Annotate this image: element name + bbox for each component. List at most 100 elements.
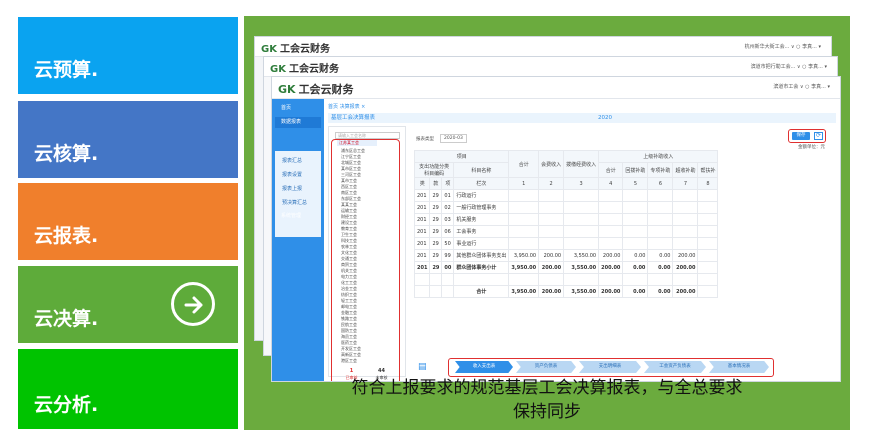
- table-row[interactable]: 201 29 02 一般行政管理事务: [413, 201, 719, 214]
- table-cell: [697, 225, 719, 238]
- table-cell: 0.00: [647, 261, 674, 274]
- table-cell: [647, 237, 674, 250]
- arrow-right-icon[interactable]: [171, 282, 215, 326]
- table-cell: 99: [441, 249, 455, 262]
- menu-tile-final-accounts[interactable]: 云决算.: [18, 266, 238, 343]
- table-cell: 3,950.00: [508, 261, 540, 274]
- user-info[interactable]: 滨道市把行勒工会... ∨ ○ 李真... ▾: [751, 63, 827, 70]
- sidebar-item-home[interactable]: 首页: [275, 103, 321, 114]
- code-head: 项: [441, 177, 455, 190]
- sidebar-subitem[interactable]: 预决算汇总: [282, 199, 307, 206]
- reviewed-count: 1: [349, 368, 354, 374]
- table-cell: [672, 225, 699, 238]
- table-cell: 06: [441, 225, 455, 238]
- table-cell: [622, 225, 649, 238]
- table-cell: [697, 237, 719, 250]
- table-cell: [538, 237, 565, 250]
- table-cell: 工会事务: [453, 225, 510, 238]
- col-header: 支出功能分类科目编码: [413, 162, 455, 178]
- col-index: 4: [598, 177, 624, 190]
- user-info[interactable]: 滨道市工会 ∨ ○ 李真... ▾: [773, 83, 830, 90]
- table-cell: 03: [441, 213, 455, 226]
- table-row[interactable]: 合计 3,950.00 200.00 3,550.00 200.00 0.00 0.00 20…: [413, 285, 719, 298]
- save-button[interactable]: 保存: [792, 132, 810, 140]
- report-year: 2020: [598, 115, 612, 121]
- caption-line2: 保持同步: [513, 402, 581, 422]
- table-cell: 0.00: [622, 285, 649, 298]
- table-cell: [647, 213, 674, 226]
- table-row[interactable]: 201 29 03 机关服务: [413, 213, 719, 226]
- table-cell: [453, 273, 510, 286]
- table-row[interactable]: 201 29 99 其他群众团体事务支出 3,950.00 200.00 3,550.00 2…: [413, 249, 719, 262]
- menu-tile-budget[interactable]: 云预算.: [18, 17, 238, 94]
- app-logo: GK 工会云财务: [261, 44, 330, 55]
- sidebar-subitem[interactable]: 报表设置: [282, 171, 302, 178]
- tab-strip[interactable]: 首页 决算报表 ×: [328, 103, 836, 111]
- sidebar-subitem[interactable]: 报表上报: [282, 185, 302, 192]
- showcase-panel: GK 工会云财务 杭州新华大街工会... ∨ ○ 李真... ▾ GK 工会云财务 …: [244, 16, 850, 430]
- table-cell: [672, 273, 699, 286]
- table-cell: [538, 213, 565, 226]
- menu-tile-report[interactable]: 云报表.: [18, 183, 238, 260]
- table-cell: 200.00: [672, 285, 699, 298]
- table-cell: 200.00: [598, 249, 624, 262]
- table-row[interactable]: 201 29 06 工会事务: [413, 225, 719, 238]
- table-cell: 3,950.00: [508, 249, 540, 262]
- col-header: 拨缴经费收入: [563, 150, 600, 178]
- tab-expense-detail[interactable]: 支出明细表: [579, 361, 641, 373]
- table-cell: 事业运行: [453, 237, 510, 250]
- col-index: 3: [563, 177, 600, 190]
- col-index: 6: [647, 177, 674, 190]
- refresh-icon[interactable]: ⟳: [814, 132, 823, 140]
- col-header: 科目名称: [453, 162, 510, 178]
- tab-balance-sheet[interactable]: 资产负债表: [516, 361, 576, 373]
- table-cell: 3,550.00: [563, 261, 600, 274]
- tab-income-expense[interactable]: 收入支出表: [455, 361, 513, 373]
- table-cell: [697, 201, 719, 214]
- tree-search-input[interactable]: 请输入工会名称: [335, 132, 400, 139]
- menu-label: 云预算.: [34, 59, 99, 81]
- col-header: 合计: [598, 162, 624, 178]
- table-cell: [538, 225, 565, 238]
- menu-tile-accounting[interactable]: 云核算.: [18, 101, 238, 178]
- table-cell: [563, 273, 600, 286]
- table-cell: [598, 225, 624, 238]
- table-cell: [563, 237, 600, 250]
- tab-basic-info[interactable]: 基本情况表: [709, 361, 769, 373]
- app-logo: GK 工会云财务: [270, 64, 339, 75]
- menu-label: 云报表.: [34, 225, 99, 247]
- table-cell: 201: [413, 201, 431, 214]
- table-cell: 0.00: [622, 249, 649, 262]
- code-head: 款: [429, 177, 443, 190]
- tab-union-balance[interactable]: 工会资产负债表: [644, 361, 706, 373]
- table-cell: 01: [441, 189, 455, 202]
- table-cell: 3,550.00: [563, 249, 600, 262]
- table-cell: [441, 285, 455, 298]
- table-cell: 0.00: [647, 285, 674, 298]
- table-row[interactable]: 201 29 00 群众团体事务小计 3,950.00 200.00 3,550.00 200…: [413, 261, 719, 274]
- table-cell: [538, 273, 565, 286]
- table-cell: [508, 213, 540, 226]
- menu-tile-analysis[interactable]: 云分析.: [18, 349, 238, 429]
- table-cell: [622, 201, 649, 214]
- table-cell: 29: [429, 249, 443, 262]
- table-cell: [697, 213, 719, 226]
- table-cell: 29: [429, 213, 443, 226]
- table-group-header: 项目: [413, 150, 510, 163]
- sidebar-item-data[interactable]: 数据报表: [275, 117, 321, 128]
- col-header: 回拨补助: [622, 162, 649, 178]
- sidebar: 首页 数据报表 报表汇总 报表设置 报表上报 预决算汇总 系统管理: [272, 99, 324, 381]
- table-row[interactable]: 201 29 50 事业运行: [413, 237, 719, 250]
- table-cell: 200.00: [672, 249, 699, 262]
- highlight-box: [331, 139, 400, 381]
- sidebar-item-system[interactable]: 系统管理: [275, 211, 321, 222]
- table-cell: 合计: [453, 285, 510, 298]
- table-row[interactable]: 201 29 01 行政运行: [413, 189, 719, 202]
- table-row[interactable]: [413, 273, 719, 286]
- user-info[interactable]: 杭州新华大街工会... ∨ ○ 李真... ▾: [745, 43, 821, 50]
- sidebar-subitem[interactable]: 报表汇总: [282, 157, 302, 164]
- table-cell: 200.00: [598, 261, 624, 274]
- period-select[interactable]: 2020-03: [440, 134, 467, 143]
- table-cell: [622, 189, 649, 202]
- table-cell: [598, 213, 624, 226]
